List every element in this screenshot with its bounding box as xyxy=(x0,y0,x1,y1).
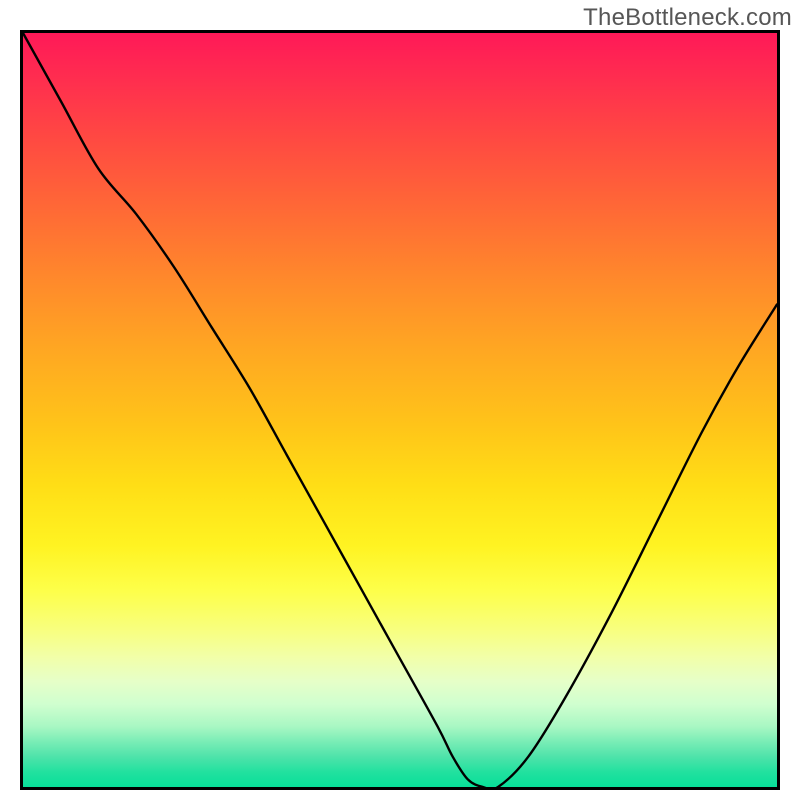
bottleneck-curve xyxy=(23,33,777,787)
watermark-text: TheBottleneck.com xyxy=(583,4,792,32)
bottleneck-chart: TheBottleneck.com xyxy=(0,0,800,800)
plot-frame xyxy=(20,30,780,790)
optimal-point-marker xyxy=(483,787,505,790)
curve-path xyxy=(23,33,777,787)
